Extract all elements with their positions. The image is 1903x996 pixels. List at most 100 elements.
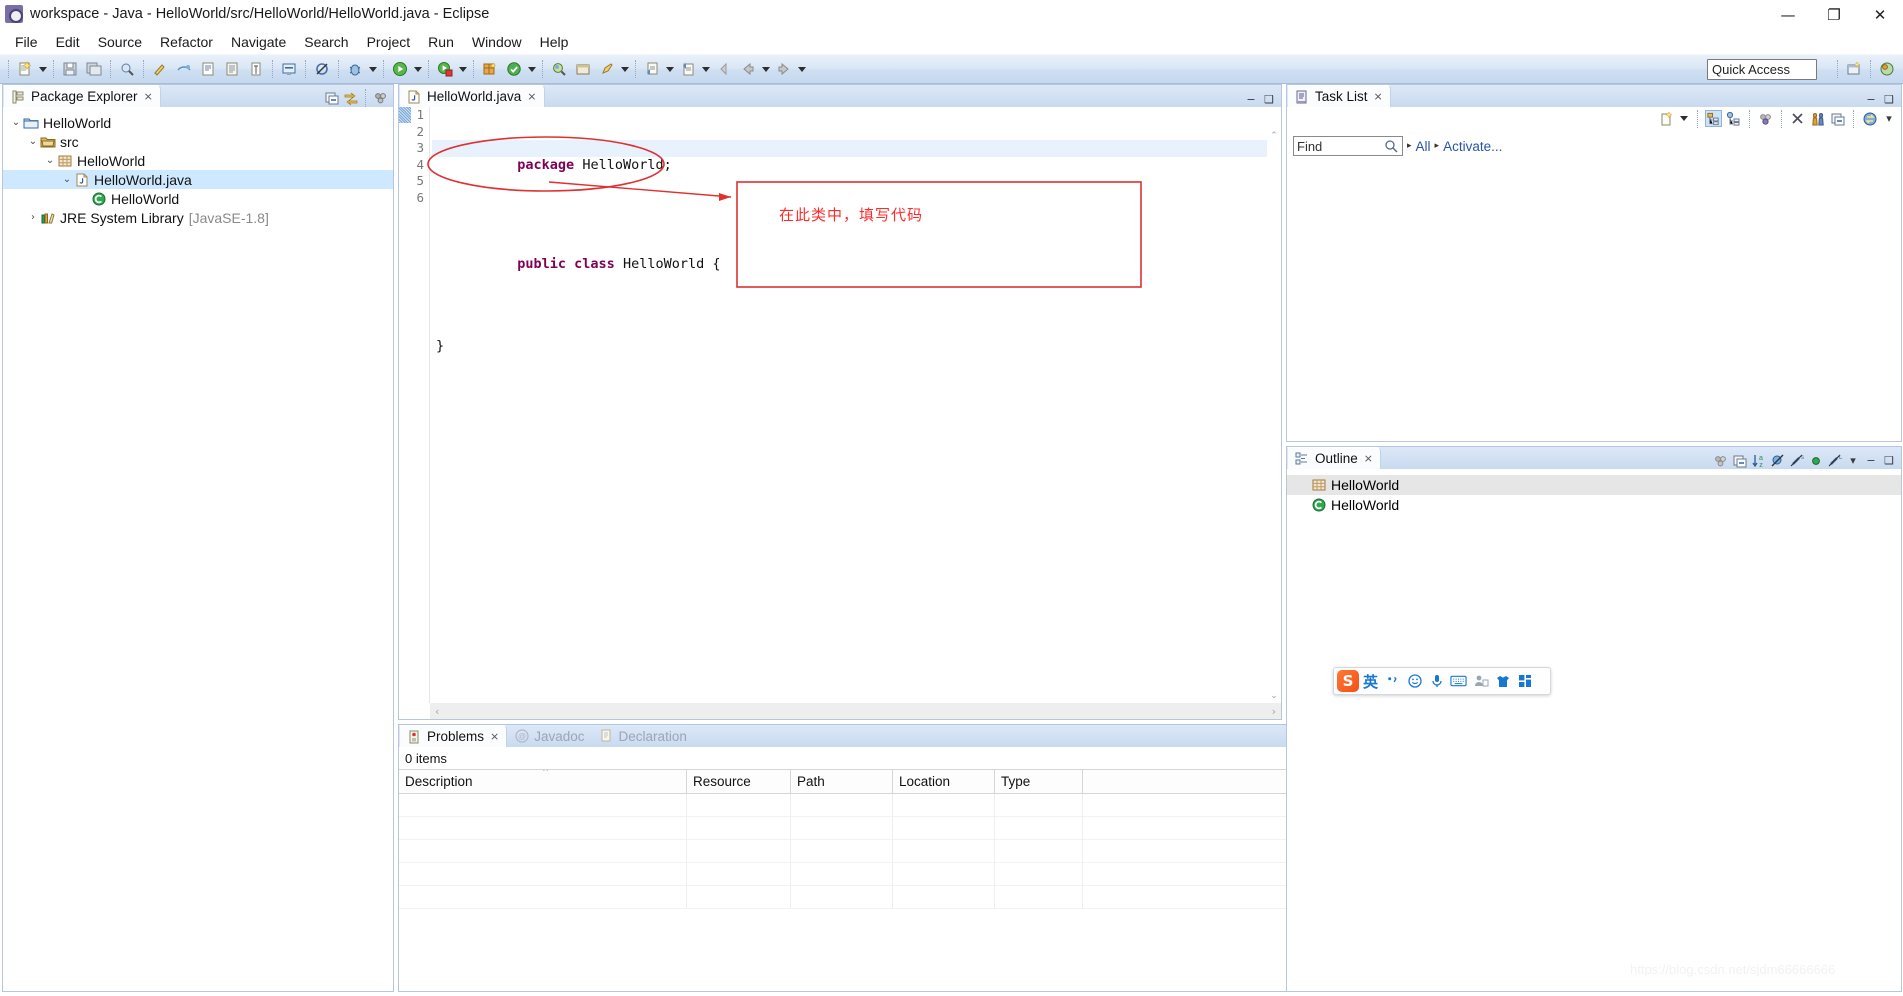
new-task-dropdown-icon[interactable] [1678, 108, 1690, 130]
previous-annotation-dropdown-icon[interactable] [700, 58, 712, 80]
column-header-resource[interactable]: Resource [687, 770, 791, 793]
back-icon[interactable] [713, 58, 735, 80]
quick-access-input[interactable]: Quick Access [1707, 59, 1817, 80]
editor-horizontal-scrollbar[interactable]: ‹ › [430, 703, 1281, 719]
input-mode-toggle[interactable]: 英 [1360, 670, 1381, 692]
menu-run[interactable]: Run [419, 32, 463, 52]
code-content[interactable]: package HelloWorld; public class HelloWo… [432, 107, 1267, 703]
save-icon[interactable] [59, 58, 81, 80]
maximize-view-icon[interactable]: ❑ [1881, 91, 1897, 107]
close-icon[interactable]: ⨯ [527, 90, 536, 103]
minimize-view-icon[interactable]: − [1243, 91, 1259, 107]
debug-dropdown-icon[interactable] [367, 58, 379, 80]
new-package-icon[interactable] [479, 58, 501, 80]
filter-completed-icon[interactable] [1789, 110, 1806, 127]
close-button[interactable]: ✕ [1857, 0, 1903, 29]
scroll-up-icon[interactable]: ⌃ [1267, 129, 1281, 143]
punctuation-icon[interactable] [1382, 670, 1403, 692]
close-icon[interactable]: ⨯ [490, 730, 499, 743]
menu-refactor[interactable]: Refactor [151, 32, 222, 52]
new-task-icon[interactable] [1658, 110, 1675, 127]
voice-input-icon[interactable] [1426, 670, 1447, 692]
next-annotation-icon[interactable] [641, 58, 663, 80]
filter-all-link[interactable]: All [1416, 139, 1431, 154]
focus-icon[interactable] [1712, 452, 1729, 469]
skin-icon[interactable] [1492, 670, 1513, 692]
tree-item-src[interactable]: ⌄ src [3, 132, 393, 151]
new-wizard-icon[interactable] [14, 58, 36, 80]
menu-help[interactable]: Help [531, 32, 578, 52]
skip-breakpoints-icon[interactable] [311, 58, 333, 80]
find-input[interactable]: Find [1293, 136, 1403, 156]
menu-window[interactable]: Window [463, 32, 531, 52]
tab-helloworld-java[interactable]: HelloWorld.java ⨯ [399, 85, 545, 107]
close-icon[interactable]: ⨯ [144, 90, 153, 103]
view-menu-icon[interactable]: ▾ [1881, 111, 1897, 127]
maximize-view-icon[interactable]: ❑ [1261, 91, 1277, 107]
tab-declaration[interactable]: Declaration [592, 725, 694, 747]
open-type-icon[interactable] [197, 58, 219, 80]
menu-navigate[interactable]: Navigate [222, 32, 295, 52]
scroll-down-icon[interactable]: ⌄ [1267, 689, 1281, 703]
open-perspective-button[interactable] [1843, 58, 1865, 80]
build-icon[interactable] [149, 58, 171, 80]
sogou-logo-icon[interactable]: S [1337, 670, 1359, 692]
view-menu-icon[interactable]: ▾ [1845, 453, 1861, 469]
editor-body[interactable]: 1 2 3 4 5 6 package HelloWorld; public c… [399, 107, 1281, 719]
maximize-view-icon[interactable]: ❑ [1881, 453, 1897, 469]
close-icon[interactable]: ⨯ [1374, 90, 1383, 103]
menu-project[interactable]: Project [358, 32, 420, 52]
link-with-editor-icon[interactable] [342, 90, 359, 107]
column-header-description[interactable]: Description ⌃ [399, 770, 687, 793]
debug-icon[interactable] [344, 58, 366, 80]
expand-arrow[interactable]: › [26, 211, 40, 225]
back-history-icon[interactable] [737, 58, 759, 80]
categorized-mode-icon[interactable] [1705, 110, 1722, 127]
outline-item-package[interactable]: HelloWorld [1287, 475, 1901, 495]
emoji-icon[interactable] [1404, 670, 1425, 692]
coverage-icon[interactable] [434, 58, 456, 80]
expand-arrow[interactable]: ⌄ [60, 173, 74, 187]
collapse-all-icon[interactable] [1829, 110, 1846, 127]
tree-item-helloworld-java[interactable]: ⌄ HelloWorld.java [3, 170, 393, 189]
pin-editor-icon[interactable] [596, 58, 618, 80]
forward-dropdown-icon[interactable] [796, 58, 808, 80]
scroll-right-icon[interactable]: › [1272, 705, 1276, 718]
soft-keyboard-icon[interactable] [1448, 670, 1469, 692]
back-dropdown-icon[interactable] [760, 58, 772, 80]
coverage-dropdown-icon[interactable] [457, 58, 469, 80]
next-annotation-dropdown-icon[interactable] [664, 58, 676, 80]
minimize-button[interactable]: — [1765, 0, 1811, 29]
presentation-icon[interactable] [1809, 110, 1826, 127]
expand-arrow[interactable]: ⌄ [26, 135, 40, 149]
collapse-all-icon[interactable] [323, 90, 340, 107]
toggle-block-icon[interactable] [245, 58, 267, 80]
editor-vertical-scrollbar[interactable]: ⌃ ⌄ [1267, 129, 1281, 703]
new-wizard-dropdown-icon[interactable] [37, 58, 49, 80]
column-header-path[interactable]: Path [791, 770, 893, 793]
hide-nonpublic-icon[interactable] [1807, 452, 1824, 469]
column-header-type[interactable]: Type [995, 770, 1083, 793]
minimize-view-icon[interactable]: − [1863, 453, 1879, 469]
menu-source[interactable]: Source [89, 32, 151, 52]
task-dropdown-icon[interactable] [526, 58, 538, 80]
user-icon[interactable] [1470, 670, 1491, 692]
java-perspective-button[interactable] [1876, 58, 1898, 80]
tree-item-jre-system-library[interactable]: › JRE System Library [JavaSE-1.8] [3, 208, 393, 227]
tab-package-explorer[interactable]: Package Explorer ⨯ [3, 85, 161, 107]
tab-outline[interactable]: Outline ⨯ [1287, 447, 1381, 469]
toggle-breakpoint-icon[interactable] [173, 58, 195, 80]
synchronize-icon[interactable] [1861, 110, 1878, 127]
column-header-location[interactable]: Location [893, 770, 995, 793]
save-all-icon[interactable] [83, 58, 105, 80]
open-console-icon[interactable] [278, 58, 300, 80]
menu-file[interactable]: File [6, 32, 47, 52]
maximize-button[interactable]: ❐ [1811, 0, 1857, 29]
hide-local-types-icon[interactable]: L [1826, 452, 1843, 469]
scroll-left-icon[interactable]: ‹ [435, 705, 439, 718]
tab-problems[interactable]: Problems ⨯ [399, 725, 508, 747]
outline-item-class[interactable]: HelloWorld [1287, 495, 1901, 515]
activate-link[interactable]: Activate... [1443, 139, 1502, 154]
focus-on-workweek-icon[interactable] [1757, 110, 1774, 127]
tab-task-list[interactable]: Task List ⨯ [1287, 85, 1391, 107]
